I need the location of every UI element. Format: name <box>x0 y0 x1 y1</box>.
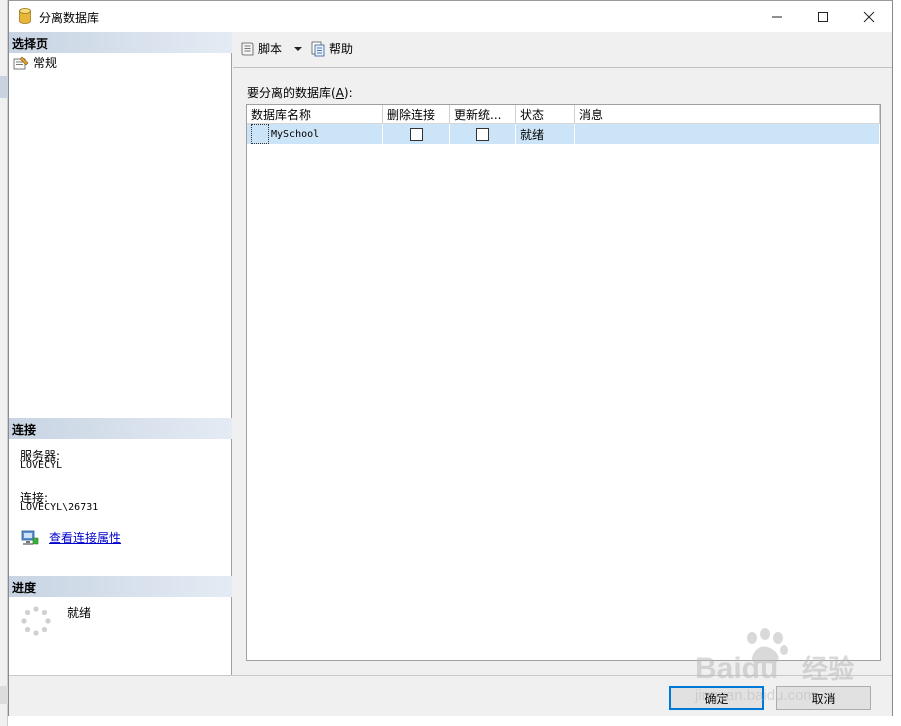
cell-message <box>575 124 880 144</box>
help-label: 帮助 <box>329 42 354 56</box>
cell-update-statistics[interactable] <box>450 124 516 144</box>
update-statistics-checkbox[interactable] <box>476 127 489 141</box>
script-icon <box>241 42 254 55</box>
script-button[interactable]: 脚本 <box>239 40 305 57</box>
left-panel: 选择页 常规 连接 服务器: LOVECYL 连接: LOVECYL\26731… <box>9 32 232 675</box>
database-name-value: MySchool <box>271 128 320 140</box>
server-value: LOVECYL <box>20 460 63 471</box>
cancel-button[interactable]: 取消 <box>776 686 871 710</box>
maximize-button[interactable] <box>800 1 846 32</box>
dialog-footer: 确定 取消 <box>9 675 892 716</box>
background-window-bar <box>0 686 8 704</box>
table-row[interactable]: MySchool 就绪 <box>247 124 880 144</box>
connection-header: 连接 <box>9 418 232 439</box>
cell-database-name[interactable]: MySchool <box>247 124 383 144</box>
view-connection-properties-link[interactable]: 查看连接属性 <box>49 529 121 546</box>
title-bar: 分离数据库 <box>9 1 892 32</box>
column-header-database-name[interactable]: 数据库名称 <box>247 105 383 124</box>
nav-item-general[interactable]: 常规 <box>13 54 57 71</box>
column-header-status[interactable]: 状态 <box>516 105 575 124</box>
view-connection-properties[interactable]: 查看连接属性 <box>21 529 121 546</box>
help-button[interactable]: 帮助 <box>310 40 353 57</box>
close-icon <box>863 11 875 22</box>
help-icon <box>311 41 325 56</box>
main-panel: 要分离的数据库(A): 数据库名称 删除连接 更新统... 状态 消息 MySc… <box>233 69 892 675</box>
connection-properties-icon <box>21 530 39 545</box>
database-icon <box>19 8 31 24</box>
connection-value: LOVECYL\26731 <box>20 502 99 513</box>
progress-header: 进度 <box>9 576 232 597</box>
row-focus-marker <box>251 124 269 144</box>
cell-status: 就绪 <box>516 124 575 144</box>
ok-button[interactable]: 确定 <box>669 686 764 710</box>
column-header-drop-connections[interactable]: 删除连接 <box>383 105 450 124</box>
minimize-icon <box>772 16 782 17</box>
detach-database-dialog: 分离数据库 选择页 常规 连接 服务器: LOVECYL 连接: LOVECYL… <box>8 0 893 716</box>
drop-connections-checkbox[interactable] <box>409 127 423 141</box>
cell-drop-connections[interactable] <box>383 124 450 144</box>
maximize-icon <box>818 11 828 22</box>
minimize-button[interactable] <box>754 1 800 32</box>
close-button[interactable] <box>846 1 892 32</box>
dropdown-arrow-icon[interactable] <box>291 44 305 54</box>
script-label: 脚本 <box>258 42 283 56</box>
grid-header: 数据库名称 删除连接 更新统... 状态 消息 <box>247 105 880 124</box>
background-window-bar <box>0 76 8 98</box>
column-header-message[interactable]: 消息 <box>575 105 880 124</box>
progress-spinner-icon <box>21 606 51 636</box>
toolbar: 脚本 帮助 <box>233 32 892 68</box>
select-page-header: 选择页 <box>9 32 232 53</box>
column-header-update-statistics[interactable]: 更新统... <box>450 105 516 124</box>
page-settings-icon <box>13 56 29 69</box>
databases-to-detach-label: 要分离的数据库(A): <box>247 86 353 100</box>
progress-status: 就绪 <box>67 606 92 620</box>
background-window-edge <box>0 0 8 726</box>
window-title: 分离数据库 <box>39 11 100 25</box>
databases-grid[interactable]: 数据库名称 删除连接 更新统... 状态 消息 MySchool 就绪 <box>246 104 881 661</box>
nav-item-label: 常规 <box>33 56 58 70</box>
